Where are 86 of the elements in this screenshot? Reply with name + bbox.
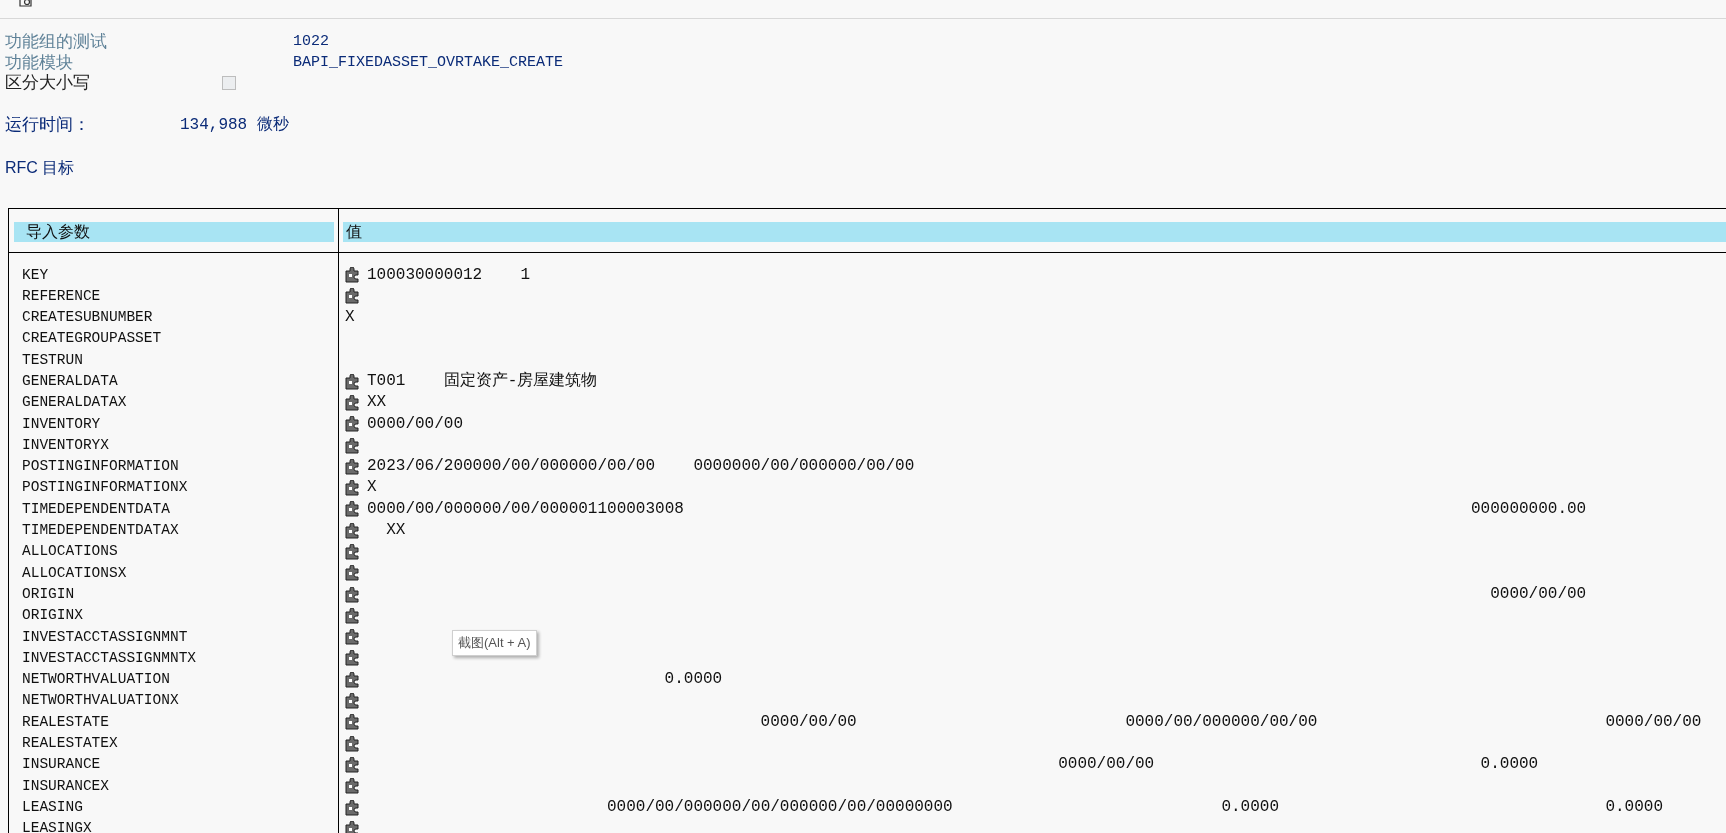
puzzle-icon[interactable] [345, 607, 361, 624]
parameter-name: INVESTACCTASSIGNMNT [22, 628, 188, 645]
parameter-name: TIMEDEPENDENTDATAX [22, 522, 179, 539]
puzzle-icon[interactable] [345, 735, 361, 752]
parameter-value: 0000/00/00 [367, 413, 463, 435]
parameter-value: 0.0000 [1605, 796, 1663, 818]
parameter-name: GENERALDATA [22, 373, 118, 389]
parameter-value: 固定资产-房屋建筑物 [443, 371, 598, 392]
puzzle-icon[interactable] [345, 288, 361, 305]
parameter-name: NETWORTHVALUATION [22, 671, 170, 688]
parameter-name: INSURANCEX [22, 777, 109, 794]
parameter-value: 0000/00/000000/00/00 [1125, 711, 1318, 733]
parameter-name: LEASINGX [22, 820, 92, 833]
parameter-name: INSURANCE [22, 756, 101, 773]
parameter-name: REALESTATE [22, 713, 109, 730]
parameter-name: ALLOCATIONS [22, 543, 118, 560]
parameter-name: CREATEGROUPASSET [22, 330, 162, 347]
puzzle-icon[interactable] [345, 480, 361, 497]
field-label: 功能组的测试 [5, 32, 108, 53]
puzzle-icon[interactable] [345, 544, 361, 560]
parameter-value: 0000000/00/000000/00/00 [693, 456, 915, 478]
parameter-name: POSTINGINFORMATIONX [22, 479, 188, 496]
parameter-name: LEASING [22, 798, 83, 815]
puzzle-icon[interactable] [345, 416, 361, 433]
parameter-value: X [345, 307, 355, 329]
parameter-value: 0000/00/00 [760, 711, 857, 733]
parameter-value: XX [386, 520, 406, 542]
puzzle-icon[interactable] [345, 629, 361, 646]
puzzle-icon[interactable] [345, 714, 361, 731]
puzzle-icon[interactable] [345, 373, 361, 390]
parameter-value: 0.0000 [1221, 796, 1279, 818]
parameter-name: INVENTORY [22, 415, 101, 432]
puzzle-icon[interactable] [345, 778, 361, 795]
parameter-value: 0000/00/000000/00/000001100003008 [367, 498, 684, 520]
checkbox[interactable] [222, 76, 236, 91]
puzzle-icon[interactable] [345, 501, 361, 518]
puzzle-icon[interactable] [345, 458, 361, 475]
parameter-name: GENERALDATAX [22, 394, 127, 411]
column-header: 值 [343, 221, 1726, 242]
parameter-name: INVESTACCTASSIGNMNTX [22, 649, 197, 666]
puzzle-icon[interactable] [345, 799, 361, 816]
parameter-value: XX [367, 392, 387, 414]
parameter-name: POSTINGINFORMATION [22, 458, 179, 475]
parameter-value: 0.0000 [664, 669, 723, 691]
field-value: BAPI_FIXEDASSET_OVRTAKE_CREATE [293, 52, 564, 73]
field-label: 区分大小写 [5, 73, 91, 94]
puzzle-icon[interactable] [345, 671, 361, 688]
parameter-value: 100030000012 [367, 264, 483, 286]
parameter-value: 0000/00/00 [1490, 583, 1587, 605]
puzzle-icon[interactable] [345, 820, 361, 833]
puzzle-icon[interactable] [345, 267, 361, 284]
field-label: 功能模块 [5, 52, 74, 73]
parameter-value: 0000/00/00 [1605, 711, 1702, 733]
runtime-value: 134,988 微秒 [180, 114, 289, 136]
parameter-name: INVENTORYX [22, 436, 109, 453]
parameter-value: 2023/06/200000/00/000000/00/00 [367, 456, 656, 478]
rfc-target-label: RFC 目标 [5, 157, 75, 178]
parameter-name: NETWORTHVALUATIONX [22, 692, 179, 709]
parameter-name: ALLOCATIONSX [22, 564, 127, 581]
puzzle-icon[interactable] [345, 394, 361, 411]
puzzle-icon[interactable] [345, 586, 361, 603]
tooltip: 截图(Alt + A) [452, 630, 537, 656]
puzzle-icon[interactable] [345, 650, 361, 667]
column-header: 导入参数 [14, 221, 334, 242]
parameter-value: 0.0000 [1480, 754, 1539, 776]
parameter-value: T001 [367, 371, 406, 392]
runtime-label: 运行时间： [5, 113, 91, 136]
puzzle-icon[interactable] [345, 522, 361, 539]
parameter-value: 0000/00/000000/00/000000/00/00000000 [607, 796, 953, 818]
puzzle-icon[interactable] [345, 693, 361, 710]
parameter-name: ORIGINX [22, 607, 83, 624]
parameter-name: ORIGIN [22, 585, 75, 602]
parameter-value: X [367, 477, 377, 499]
parameter-value: 0000/00/00 [1058, 754, 1155, 776]
parameter-name: CREATESUBNUMBER [22, 309, 153, 326]
parameter-value: 1 [520, 264, 531, 286]
parameter-name: KEY [22, 266, 49, 283]
puzzle-icon[interactable] [345, 565, 361, 582]
parameter-name: REALESTATEX [22, 735, 118, 752]
parameter-value: 000000000.00 [1471, 498, 1587, 520]
puzzle-icon[interactable] [345, 756, 361, 773]
parameter-name: REFERENCE [22, 287, 101, 304]
field-value: 1022 [293, 32, 329, 52]
puzzle-icon[interactable] [345, 437, 361, 454]
parameter-name: TIMEDEPENDENTDATA [22, 500, 170, 517]
parameter-name: TESTRUN [22, 351, 83, 368]
